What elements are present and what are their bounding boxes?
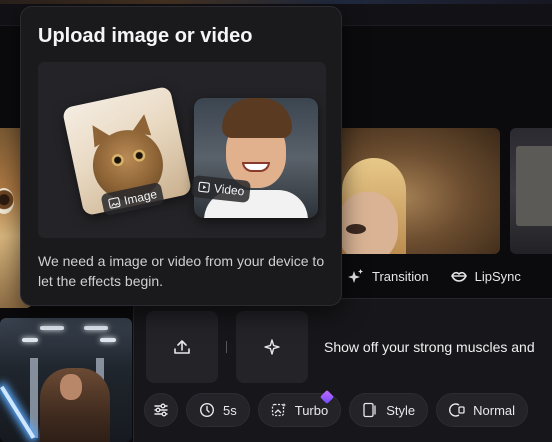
image-icon xyxy=(107,196,121,210)
example-video-card xyxy=(194,98,318,218)
effect-transition[interactable]: Transition xyxy=(348,268,429,284)
style-label: Style xyxy=(386,402,416,418)
gallery-thumbnail-portrait[interactable] xyxy=(336,128,500,254)
generator-panel: Show off your strong muscles and 5s Turb… xyxy=(133,298,552,442)
image-sparkle-icon xyxy=(271,402,287,418)
effects-row: Transition LipSync xyxy=(336,258,552,294)
image-tag-label: Image xyxy=(122,187,159,208)
sparkle-icon xyxy=(263,338,281,356)
style-frame-icon xyxy=(362,402,378,418)
settings-button[interactable] xyxy=(144,393,178,427)
gallery-thumbnail-room[interactable] xyxy=(510,128,552,254)
tile-divider xyxy=(226,341,227,353)
upload-preview-illustration: Image Video xyxy=(38,62,326,238)
generator-toolbar: 5s Turbo Style Normal xyxy=(144,389,529,427)
gallery-thumbnail-scifi[interactable] xyxy=(0,318,132,442)
duration-label: 5s xyxy=(223,402,237,418)
popover-title: Upload image or video xyxy=(38,25,253,47)
effect-lipsync[interactable]: LipSync xyxy=(450,268,521,284)
upload-media-button[interactable] xyxy=(146,311,218,383)
effect-transition-label: Transition xyxy=(372,268,429,284)
lips-icon xyxy=(450,268,467,284)
app-root: Transition LipSync Show off your strong … xyxy=(0,0,552,442)
prompt-text[interactable]: Show off your strong muscles and xyxy=(324,339,535,355)
clock-icon xyxy=(199,402,215,418)
quality-label: Normal xyxy=(473,402,516,418)
upload-icon xyxy=(173,338,191,356)
sparkle-transition-icon xyxy=(348,268,364,284)
video-tag-label: Video xyxy=(213,181,246,199)
popover-description: We need a image or video from your devic… xyxy=(38,253,325,289)
upload-popover: Upload image or video Image Video We nee… xyxy=(20,6,342,306)
mode-label: Turbo xyxy=(294,402,329,418)
sliders-icon xyxy=(153,402,169,418)
duration-button[interactable]: 5s xyxy=(186,393,250,427)
select-effect-button[interactable] xyxy=(236,311,308,383)
effect-lipsync-label: LipSync xyxy=(474,268,521,284)
style-button[interactable]: Style xyxy=(349,393,429,427)
quality-button[interactable]: Normal xyxy=(436,393,529,427)
mode-button[interactable]: Turbo xyxy=(257,389,342,427)
aspect-ratio-icon xyxy=(449,402,465,418)
video-icon xyxy=(198,181,211,194)
